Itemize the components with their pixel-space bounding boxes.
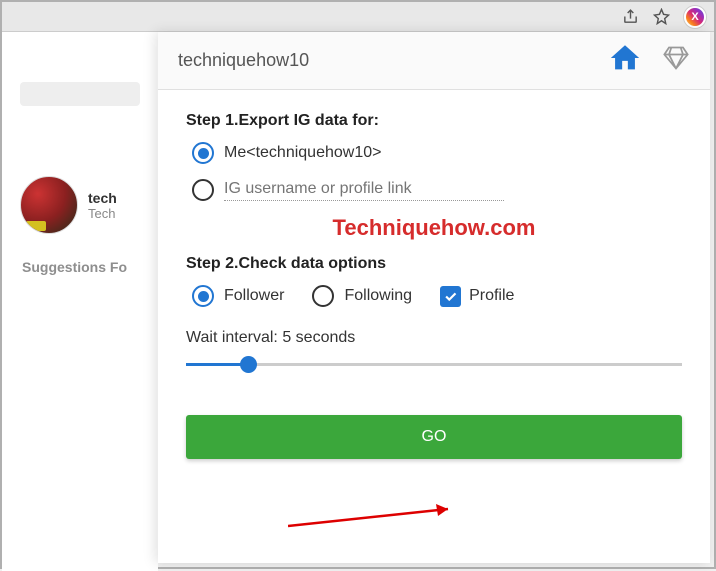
radio-icon-unselected <box>312 285 334 307</box>
suggestions-label: Suggestions Fo <box>22 259 158 275</box>
instagram-background: tech Tech Suggestions Fo <box>2 32 158 571</box>
watermark-text: Techniquehow.com <box>186 215 682 241</box>
slider-track <box>186 363 682 366</box>
annotation-arrow <box>288 501 468 531</box>
extension-icon[interactable]: X <box>684 6 706 28</box>
go-button[interactable]: GO <box>186 415 682 459</box>
radio-other[interactable] <box>192 178 682 201</box>
option-following[interactable]: Following <box>312 285 412 307</box>
story-placeholder <box>20 82 140 106</box>
wait-interval-label: Wait interval: 5 seconds <box>186 329 682 347</box>
avatar <box>20 176 78 234</box>
following-label: Following <box>344 287 412 305</box>
star-icon[interactable] <box>653 8 670 25</box>
radio-icon-unselected <box>192 179 214 201</box>
step1-heading: Step 1.Export IG data for: <box>186 112 682 130</box>
follower-label: Follower <box>224 287 284 305</box>
checkbox-icon-checked <box>440 286 461 307</box>
popup-username: techniquehow10 <box>178 50 309 71</box>
option-follower[interactable]: Follower <box>192 285 284 307</box>
option-profile[interactable]: Profile <box>440 286 514 307</box>
profile-label: Profile <box>469 287 514 305</box>
profile-username: tech <box>88 190 117 206</box>
extension-popup: techniquehow10 Step 1.Export IG data for… <box>158 32 710 563</box>
radio-icon-selected <box>192 285 214 307</box>
step2-heading: Step 2.Check data options <box>186 255 682 273</box>
radio-icon-selected <box>192 142 214 164</box>
wait-interval-slider[interactable] <box>186 355 682 375</box>
slider-fill <box>186 363 246 366</box>
popup-header: techniquehow10 <box>158 32 710 90</box>
home-icon[interactable] <box>608 41 642 80</box>
radio-me[interactable]: Me<techniquehow10> <box>192 142 682 164</box>
profile-row: tech Tech <box>20 176 158 234</box>
share-icon[interactable] <box>622 8 639 25</box>
browser-toolbar: X <box>2 2 714 32</box>
radio-me-label: Me<techniquehow10> <box>224 144 381 162</box>
diamond-icon[interactable] <box>662 44 690 77</box>
slider-thumb <box>240 356 257 373</box>
username-input[interactable] <box>224 178 504 201</box>
profile-displayname: Tech <box>88 206 117 221</box>
